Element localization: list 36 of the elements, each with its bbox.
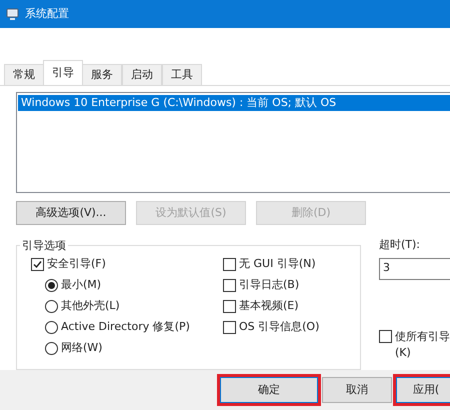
radio-button[interactable]: [45, 321, 58, 334]
radio-button[interactable]: [45, 342, 58, 355]
permanent-label: 使所有引导: [395, 330, 450, 344]
tab[interactable]: 服务: [82, 64, 122, 85]
option-label: Active Directory 修复(P): [61, 319, 190, 336]
computer-icon: [6, 8, 19, 20]
tab[interactable]: 工具: [162, 64, 202, 85]
timeout-field[interactable]: 3: [379, 258, 450, 280]
checkmark-icon: [33, 260, 42, 269]
list-item[interactable]: Windows 10 Enterprise G (C:\Windows) : 当前 OS; 默认 OS: [18, 95, 450, 111]
window-title: 系统配置: [25, 6, 69, 22]
dialog-button[interactable]: 取消: [322, 377, 392, 403]
option-label: 引导日志(B): [239, 277, 300, 294]
tab[interactable]: 启动: [122, 64, 162, 85]
option-label: 基本视频(E): [239, 298, 299, 314]
checkbox[interactable]: [31, 258, 44, 271]
checkbox[interactable]: [223, 300, 236, 313]
option-label: 无 GUI 引导(N): [239, 256, 316, 272]
dialog-button[interactable]: 应用(: [396, 377, 450, 403]
checkbox[interactable]: [379, 330, 392, 342]
radio-button[interactable]: [45, 300, 58, 313]
checkbox[interactable]: [223, 258, 236, 271]
checkbox[interactable]: [223, 321, 236, 334]
option-label: 最小(M): [61, 277, 102, 294]
permanent-label-key: (K): [395, 346, 450, 360]
radio-button[interactable]: [45, 279, 58, 292]
option-label: OS 引导信息(O): [239, 319, 320, 336]
timeout-label: 超时(T):: [379, 237, 422, 253]
option-label: 其他外壳(L): [61, 298, 120, 314]
boot-button[interactable]: 高级选项(V)...: [16, 201, 126, 225]
option-label: 安全引导(F): [47, 256, 106, 272]
tab[interactable]: 常规: [4, 64, 44, 85]
checkbox[interactable]: [223, 279, 236, 292]
boot-list[interactable]: Windows 10 Enterprise G (C:\Windows) : 当前 OS; 默认 OS: [16, 92, 450, 193]
option-label: 网络(W): [61, 340, 102, 356]
dialog-button[interactable]: 确定: [220, 377, 318, 403]
